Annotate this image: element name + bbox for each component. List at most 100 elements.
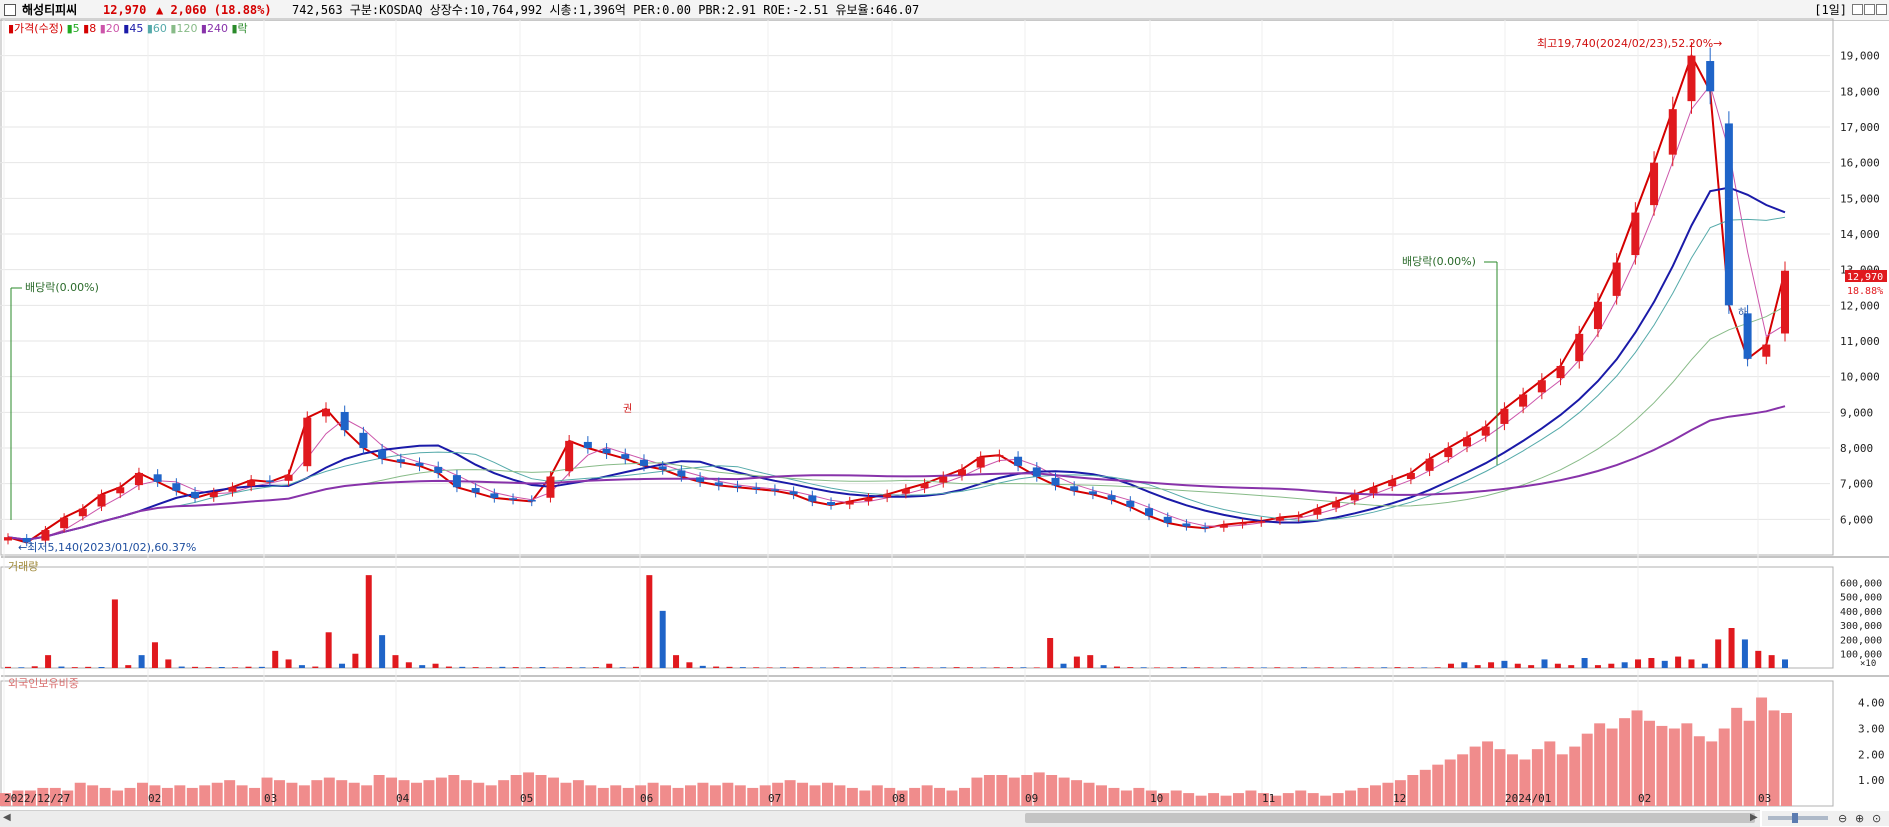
- candle[interactable]: [134, 472, 143, 486]
- foreign-bar[interactable]: [822, 782, 833, 806]
- foreign-bar[interactable]: [137, 782, 148, 806]
- candle[interactable]: [116, 487, 125, 494]
- volume-bar[interactable]: [512, 667, 519, 668]
- volume-bar[interactable]: [1755, 650, 1762, 668]
- foreign-bar[interactable]: [809, 785, 821, 806]
- candle[interactable]: [228, 487, 237, 492]
- volume-bar[interactable]: [298, 665, 305, 668]
- volume-bar[interactable]: [151, 642, 158, 668]
- candle[interactable]: [639, 459, 648, 466]
- candle[interactable]: [1556, 365, 1565, 379]
- foreign-bar[interactable]: [1282, 793, 1294, 806]
- volume-bar[interactable]: [646, 575, 653, 668]
- foreign-bar[interactable]: [1220, 795, 1232, 806]
- candle[interactable]: [714, 482, 723, 486]
- foreign-bar[interactable]: [498, 780, 510, 806]
- foreign-bar[interactable]: [1482, 741, 1494, 806]
- foreign-bar[interactable]: [186, 787, 198, 806]
- foreign-bar[interactable]: [1233, 793, 1244, 806]
- volume-bar[interactable]: [1394, 667, 1401, 668]
- scroll-right-icon[interactable]: ▶: [1750, 812, 1758, 823]
- zoom-reset-icon[interactable]: ⊙: [1872, 812, 1881, 825]
- volume-bar[interactable]: [1715, 639, 1722, 668]
- volume-bar[interactable]: [218, 667, 225, 668]
- volume-bar[interactable]: [379, 635, 386, 668]
- volume-bar[interactable]: [138, 655, 145, 668]
- volume-bar[interactable]: [392, 655, 399, 668]
- volume-bar[interactable]: [1234, 667, 1241, 668]
- candle[interactable]: [1051, 477, 1060, 486]
- foreign-bar[interactable]: [1581, 733, 1593, 806]
- volume-bar[interactable]: [1514, 663, 1521, 668]
- volume-bar[interactable]: [352, 653, 359, 668]
- volume-bar[interactable]: [1648, 658, 1655, 668]
- foreign-bar[interactable]: [1046, 775, 1058, 806]
- volume-bar[interactable]: [1301, 667, 1308, 668]
- candle[interactable]: [1537, 380, 1546, 393]
- volume-bar[interactable]: [245, 666, 252, 668]
- candle[interactable]: [1163, 516, 1172, 523]
- candle[interactable]: [359, 432, 368, 448]
- volume-bar[interactable]: [325, 632, 332, 668]
- foreign-bar[interactable]: [124, 787, 136, 806]
- volume-bar[interactable]: [1047, 638, 1054, 668]
- volume-bar[interactable]: [1033, 667, 1040, 668]
- foreign-bar[interactable]: [1731, 707, 1743, 806]
- foreign-bar[interactable]: [485, 785, 497, 806]
- volume-bar[interactable]: [526, 667, 533, 668]
- volume-bar[interactable]: [980, 667, 987, 668]
- candle[interactable]: [1032, 467, 1041, 477]
- candle[interactable]: [864, 497, 873, 501]
- volume-bar[interactable]: [1488, 662, 1495, 668]
- volume-bar[interactable]: [1407, 667, 1414, 668]
- volume-bar[interactable]: [405, 662, 412, 668]
- volume-bar[interactable]: [1621, 662, 1628, 668]
- foreign-bar[interactable]: [946, 790, 958, 807]
- foreign-bar[interactable]: [597, 787, 609, 806]
- foreign-bar[interactable]: [859, 790, 871, 807]
- volume-bar[interactable]: [1728, 628, 1735, 668]
- candle[interactable]: [1481, 426, 1490, 436]
- foreign-bar[interactable]: [1668, 728, 1680, 807]
- candle[interactable]: [1500, 408, 1509, 424]
- volume-bar[interactable]: [1247, 667, 1254, 668]
- foreign-bar[interactable]: [1183, 793, 1195, 806]
- volume-bar[interactable]: [5, 666, 11, 668]
- stock-chart[interactable]: 6,0007,0008,0009,00010,00011,00012,00013…: [0, 0, 1889, 810]
- volume-bar[interactable]: [1154, 667, 1161, 668]
- candle[interactable]: [752, 487, 761, 490]
- foreign-bar[interactable]: [1120, 790, 1132, 807]
- foreign-bar[interactable]: [211, 782, 223, 806]
- foreign-bar[interactable]: [996, 775, 1008, 806]
- candle[interactable]: [1781, 270, 1789, 334]
- candle[interactable]: [1219, 524, 1228, 528]
- volume-bar[interactable]: [619, 667, 626, 668]
- volume-bar[interactable]: [1434, 667, 1441, 668]
- volume-bar[interactable]: [285, 659, 292, 668]
- candle[interactable]: [191, 491, 200, 498]
- candle[interactable]: [1313, 508, 1322, 515]
- candle[interactable]: [1182, 523, 1191, 527]
- volume-bar[interactable]: [1768, 655, 1775, 668]
- volume-bar[interactable]: [886, 667, 893, 668]
- foreign-bar[interactable]: [348, 782, 360, 806]
- volume-bar[interactable]: [339, 663, 346, 668]
- volume-bar[interactable]: [1741, 639, 1748, 668]
- foreign-bar[interactable]: [323, 777, 335, 806]
- foreign-bar[interactable]: [1457, 754, 1469, 806]
- foreign-bar[interactable]: [161, 787, 173, 806]
- foreign-bar[interactable]: [1108, 787, 1120, 806]
- volume-bar[interactable]: [1073, 656, 1080, 668]
- candle[interactable]: [1350, 494, 1359, 501]
- foreign-bar[interactable]: [697, 782, 709, 806]
- candle[interactable]: [396, 459, 405, 463]
- volume-bar[interactable]: [1447, 663, 1454, 668]
- candle[interactable]: [939, 476, 948, 483]
- foreign-bar[interactable]: [1083, 782, 1095, 806]
- volume-bar[interactable]: [1367, 667, 1374, 668]
- candle[interactable]: [378, 449, 387, 459]
- candle[interactable]: [827, 502, 836, 506]
- volume-bar[interactable]: [445, 666, 452, 668]
- candle[interactable]: [1257, 521, 1266, 523]
- candle[interactable]: [172, 483, 181, 491]
